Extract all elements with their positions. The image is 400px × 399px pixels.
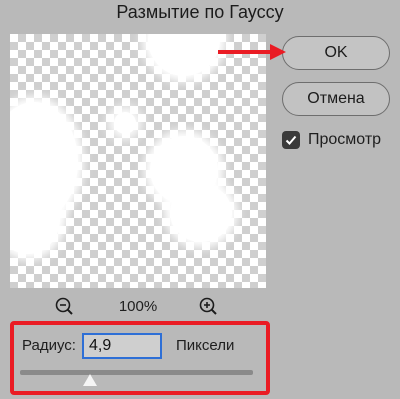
- radius-slider-thumb[interactable]: [82, 374, 97, 386]
- blur-blob: [170, 184, 232, 242]
- checkbox-checked-icon[interactable]: [282, 131, 300, 149]
- radius-settings-highlight: Радиус: Пиксели: [10, 321, 270, 395]
- radius-slider-track[interactable]: [20, 370, 253, 375]
- radius-label: Радиус:: [22, 337, 76, 354]
- ok-button[interactable]: OK: [282, 36, 390, 70]
- blur-blob: [148, 34, 220, 76]
- red-arrow-icon: [218, 44, 286, 60]
- preview-canvas[interactable]: [10, 34, 266, 288]
- cancel-button[interactable]: Отмена: [282, 82, 390, 116]
- zoom-in-icon[interactable]: [198, 296, 220, 318]
- blur-blob: [114, 112, 136, 134]
- preview-checkbox-label: Просмотр: [308, 131, 382, 148]
- preview-checkbox[interactable]: Просмотр: [282, 130, 381, 150]
- zoom-level: 100%: [118, 298, 158, 315]
- zoom-bar: 100%: [10, 296, 266, 320]
- radius-unit-label: Пиксели: [176, 337, 235, 354]
- gaussian-blur-dialog: Размытие по Гауссу 100% OK Отмена Просмо…: [0, 0, 400, 399]
- dialog-title: Размытие по Гауссу: [116, 2, 284, 22]
- radius-input[interactable]: [82, 333, 162, 359]
